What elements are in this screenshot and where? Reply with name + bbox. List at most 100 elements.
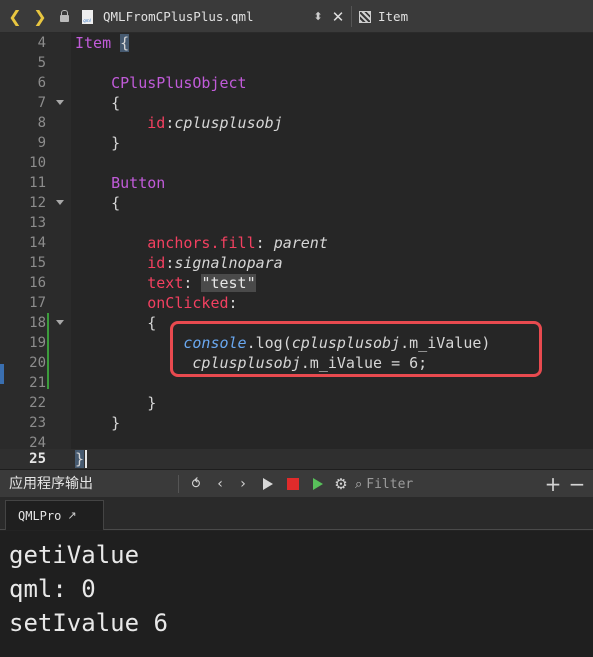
line-number: 10 [29, 155, 46, 171]
line-number: 15 [29, 255, 46, 271]
run-icon[interactable] [258, 470, 278, 498]
tab-qmlpro[interactable]: QMLPro ↗ [5, 500, 104, 530]
filter-input[interactable]: ⌕ Filter [355, 473, 535, 495]
code-token: : [183, 274, 193, 292]
line-number: 9 [37, 135, 46, 151]
symbol-selector[interactable]: Item [378, 0, 408, 33]
minus-icon[interactable]: − [567, 470, 587, 498]
chevron-right-icon[interactable]: ❯ [30, 0, 50, 33]
line-number: 5 [37, 55, 46, 71]
console-line: setIvalue 6 [9, 609, 168, 637]
line-number: 7 [37, 95, 46, 111]
code-line-current: 25 } [0, 449, 593, 469]
code-token: { [147, 314, 157, 332]
document-switcher-icon[interactable]: ⬍ [311, 0, 325, 33]
qml-file-icon [80, 0, 94, 33]
code-line: 4 Item { [0, 33, 593, 53]
code-token: id [147, 254, 166, 272]
code-line: 8 id:cplusplusobj [0, 113, 593, 133]
code-line: 12 { [0, 193, 593, 213]
code-editor[interactable]: 4 Item { 5 6 CPlusPlusObject 7 { 8 id:cp… [0, 33, 593, 469]
code-token: Item [75, 34, 112, 52]
code-line: 10 [0, 153, 593, 173]
code-token: Button [111, 174, 166, 192]
code-line: 14 anchors.fill: parent [0, 233, 593, 253]
code-line: 13 [0, 213, 593, 233]
line-number: 21 [29, 375, 46, 391]
search-icon: ⌕ [355, 476, 363, 492]
document-name[interactable]: QMLFromCPlusPlus.qml [103, 0, 254, 33]
code-line: 5 [0, 53, 593, 73]
line-number: 25 [29, 451, 46, 467]
pin-icon[interactable]: ↗ [67, 509, 76, 522]
code-line: 16 text: "test" [0, 273, 593, 293]
line-number: 6 [37, 75, 46, 91]
code-token: cplusplusobj [174, 114, 283, 132]
code-token: signalnopara [174, 254, 283, 272]
code-token: } [147, 394, 157, 412]
code-token: { [111, 94, 121, 112]
editor-toolbar: ❮ ❯ QMLFromCPlusPlus.qml ⬍ ✕ Item [0, 0, 593, 33]
lock-icon [57, 0, 71, 33]
code-line: 6 CPlusPlusObject [0, 73, 593, 93]
line-number: 16 [29, 275, 46, 291]
fold-arrow-icon[interactable] [56, 320, 64, 325]
line-number: 19 [29, 335, 46, 351]
attach-icon[interactable]: ⥀ [186, 470, 206, 498]
code-line: 15 id:signalnopara [0, 253, 593, 273]
gear-icon[interactable]: ⚙ [331, 470, 351, 498]
toolbar-divider [178, 475, 179, 493]
code-token: "test" [201, 274, 256, 292]
filter-placeholder: Filter [366, 476, 414, 492]
line-number: 8 [37, 115, 46, 131]
fold-arrow-icon[interactable] [56, 100, 64, 105]
chevron-right-icon[interactable]: › [234, 470, 252, 498]
add-icon[interactable]: + [543, 470, 563, 498]
highlight-annotation-box [170, 321, 542, 377]
debug-run-icon[interactable] [308, 470, 328, 498]
code-token: } [111, 134, 121, 152]
fold-arrow-icon[interactable] [56, 200, 64, 205]
code-token: text [147, 274, 184, 292]
code-token: } [75, 450, 85, 468]
line-number: 12 [29, 195, 46, 211]
code-token: : [165, 114, 175, 132]
code-line: 11 Button [0, 173, 593, 193]
line-number: 4 [37, 35, 46, 51]
chevron-left-icon[interactable]: ❮ [5, 0, 25, 33]
code-token: : [255, 234, 265, 252]
line-number: 22 [29, 395, 46, 411]
code-line: 9 } [0, 133, 593, 153]
code-token: : [228, 294, 238, 312]
code-line: 7 { [0, 93, 593, 113]
code-line: 22 } [0, 393, 593, 413]
console-line: getiValue [9, 541, 140, 569]
code-token: parent [273, 234, 328, 252]
line-number: 18 [29, 315, 46, 331]
line-number: 23 [29, 415, 46, 431]
code-token: { [120, 34, 130, 52]
code-line: 17 onClicked: [0, 293, 593, 313]
symbol-icon [358, 0, 372, 33]
line-number: 20 [29, 355, 46, 371]
line-number: 14 [29, 235, 46, 251]
stop-icon[interactable] [283, 470, 303, 498]
line-number: 17 [29, 295, 46, 311]
chevron-left-icon[interactable]: ‹ [211, 470, 229, 498]
line-number: 11 [29, 175, 46, 191]
code-token: : [165, 254, 175, 272]
console-line: qml: 0 [9, 575, 96, 603]
output-pane-header: 应用程序输出 ⥀ ‹ › ⚙ ⌕ Filter + − [0, 469, 593, 497]
output-tab-strip: QMLPro ↗ [0, 497, 593, 530]
code-token: } [111, 414, 121, 432]
code-line: 23 } [0, 413, 593, 433]
code-token: { [111, 194, 121, 212]
code-token: onClicked [147, 294, 229, 312]
output-pane-title: 应用程序输出 [9, 476, 93, 492]
text-cursor [85, 450, 87, 468]
close-icon[interactable]: ✕ [331, 0, 345, 33]
toolbar-divider [351, 6, 352, 27]
application-output-console[interactable]: getiValue qml: 0 setIvalue 6 [0, 531, 593, 657]
code-token: CPlusPlusObject [111, 74, 247, 92]
line-number: 13 [29, 215, 46, 231]
